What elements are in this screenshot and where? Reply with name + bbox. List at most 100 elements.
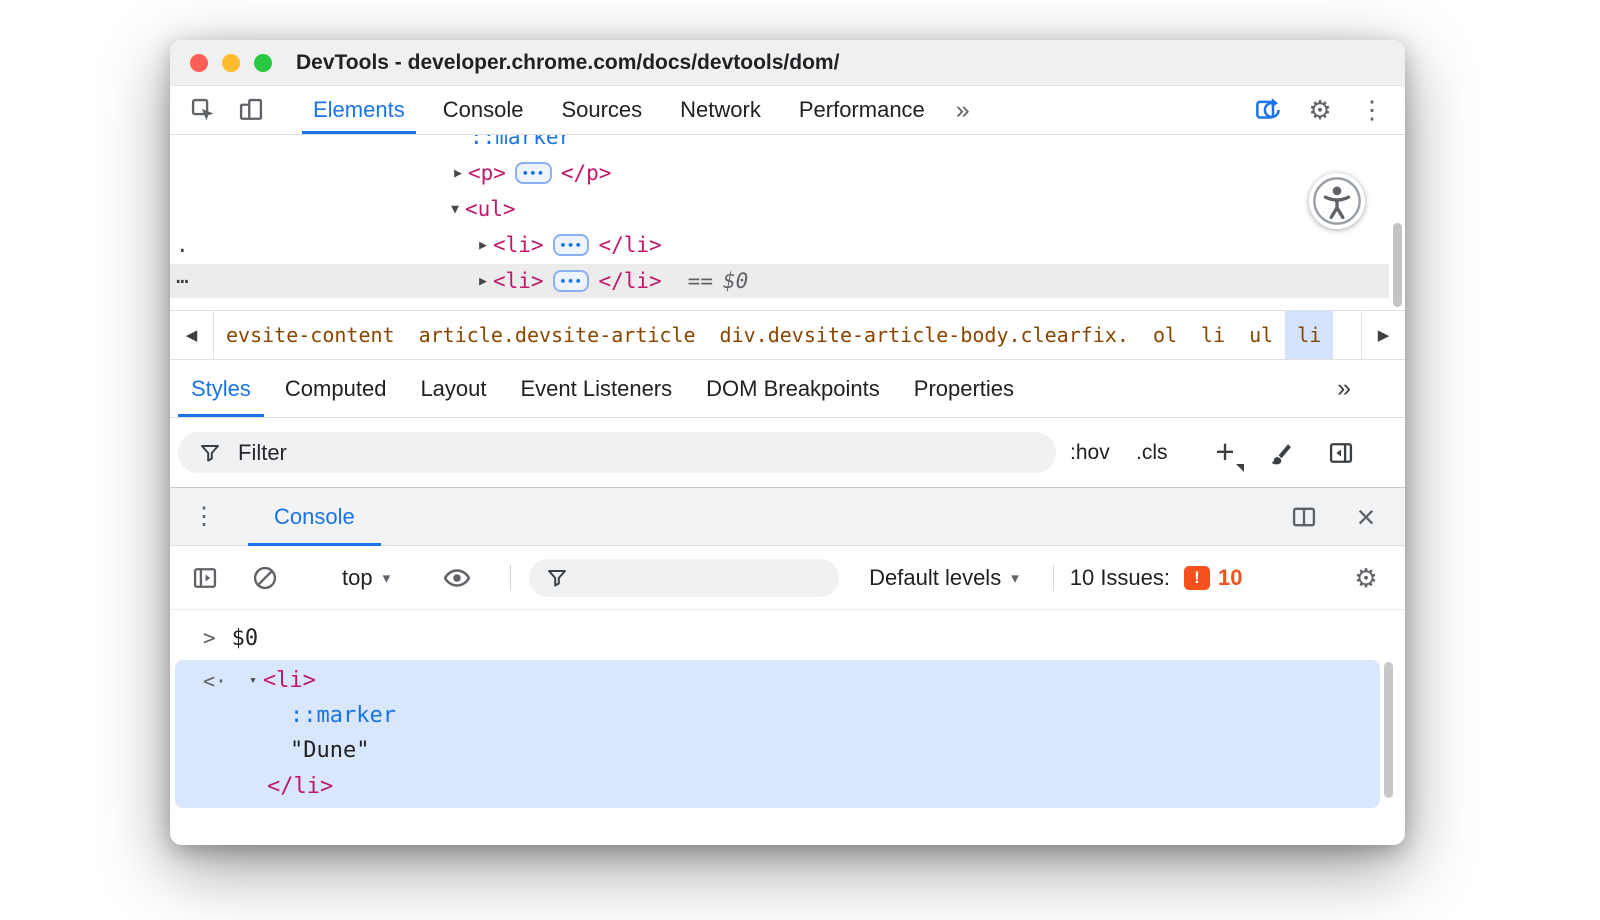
- breadcrumb-item[interactable]: ul: [1237, 311, 1285, 359]
- main-menu-button[interactable]: ⋮: [1355, 93, 1389, 127]
- p-open-tag: <p>: [468, 161, 506, 185]
- collapsed-arrow-icon[interactable]: ▶: [473, 274, 493, 289]
- breadcrumb-label: article.devsite-article: [419, 323, 696, 347]
- tree-row-li-selected[interactable]: ⋯ ▶ <li> ••• </li> == $0: [170, 264, 1389, 298]
- ul-open-tag: <ul>: [465, 197, 516, 221]
- console-sidebar-button[interactable]: [188, 561, 222, 595]
- tab-sources-label: Sources: [561, 97, 642, 123]
- console-scrollbar-thumb[interactable]: [1384, 662, 1393, 798]
- device-toolbar-icon: [237, 96, 265, 124]
- titlebar[interactable]: DevTools - developer.chrome.com/docs/dev…: [170, 40, 1405, 86]
- inspect-cursor-icon: [189, 96, 217, 124]
- tab-dom-breakpoints-label: DOM Breakpoints: [706, 376, 880, 402]
- expanded-arrow-icon[interactable]: ▾: [249, 673, 257, 688]
- issues-label: 10 Issues:: [1070, 565, 1170, 591]
- device-toolbar-button[interactable]: [234, 93, 268, 127]
- tab-styles-label: Styles: [191, 376, 251, 402]
- element-classes-button[interactable]: .cls: [1136, 418, 1168, 487]
- close-window-button[interactable]: [190, 54, 208, 72]
- tab-dom-breakpoints[interactable]: DOM Breakpoints: [689, 360, 897, 417]
- console-settings-button[interactable]: ⚙: [1349, 561, 1383, 595]
- zoom-window-button[interactable]: [254, 54, 272, 72]
- devtools-window: DevTools - developer.chrome.com/docs/dev…: [170, 40, 1405, 845]
- collapsed-arrow-icon[interactable]: ▶: [473, 238, 493, 253]
- breadcrumb-label: evsite-content: [226, 323, 395, 347]
- breadcrumb-back-button[interactable]: ◀: [170, 311, 214, 359]
- breadcrumb-item[interactable]: div.devsite-article-body.clearfix.: [708, 311, 1141, 359]
- tab-computed[interactable]: Computed: [268, 360, 404, 417]
- chevron-down-icon: ▾: [1011, 569, 1019, 587]
- gear-icon: ⚙: [1308, 97, 1331, 123]
- tab-layout[interactable]: Layout: [403, 360, 503, 417]
- settings-button[interactable]: ⚙: [1303, 93, 1337, 127]
- equals-hint: ==: [688, 269, 713, 293]
- console-result-highlighted[interactable]: <· ▾ <li> ::marker "Dune" </li>: [175, 660, 1380, 808]
- log-levels-dropdown[interactable]: Default levels ▾: [869, 565, 1019, 591]
- rendering-emulation-button[interactable]: [1264, 436, 1298, 470]
- breadcrumb-item[interactable]: article.devsite-article: [407, 311, 708, 359]
- chevron-left-icon: ◀: [186, 326, 198, 344]
- expand-inline-icon[interactable]: •••: [515, 162, 552, 184]
- result-text-node-line: "Dune": [290, 738, 369, 763]
- breadcrumb-label: div.devsite-article-body.clearfix.: [720, 323, 1129, 347]
- tab-properties[interactable]: Properties: [897, 360, 1031, 417]
- drawer-menu-button[interactable]: ⋮: [192, 502, 216, 531]
- reload-devtools-button[interactable]: [1251, 93, 1285, 127]
- breadcrumb-item-selected[interactable]: li: [1285, 311, 1333, 359]
- console-toolbar: top ▾ Default levels ▾ 10 Iss: [170, 546, 1405, 610]
- clear-console-button[interactable]: [248, 561, 282, 595]
- minimize-window-button[interactable]: [222, 54, 240, 72]
- console-filter-input[interactable]: [529, 559, 839, 597]
- tree-row-p[interactable]: ▶ <p> ••• </p>: [170, 156, 1389, 190]
- expand-inline-icon[interactable]: •••: [553, 270, 590, 292]
- paintbrush-icon: [1267, 439, 1295, 467]
- tree-row-li-1[interactable]: . ▶ <li> ••• </li>: [170, 228, 1389, 262]
- toggle-element-state-button[interactable]: :hov: [1070, 418, 1110, 487]
- more-tabs-icon[interactable]: »: [1337, 374, 1351, 403]
- execution-context-dropdown[interactable]: top ▾: [342, 565, 390, 591]
- expanded-arrow-icon[interactable]: ▼: [445, 202, 465, 217]
- tab-performance-label: Performance: [799, 97, 925, 123]
- new-rule-dropdown-corner-icon: [1236, 464, 1244, 472]
- chevron-right-icon: ▶: [1378, 326, 1390, 344]
- tab-computed-label: Computed: [285, 376, 387, 402]
- inspect-element-button[interactable]: [186, 93, 220, 127]
- console-drawer-header: ⋮ Console ×: [170, 487, 1405, 546]
- tree-row-ul[interactable]: ▼ <ul>: [170, 192, 1389, 226]
- breadcrumb-item[interactable]: li: [1189, 311, 1237, 359]
- issues-button[interactable]: 10 Issues: ! 10: [1070, 565, 1243, 591]
- tab-sources[interactable]: Sources: [542, 86, 661, 134]
- tab-event-listeners[interactable]: Event Listeners: [504, 360, 690, 417]
- more-tabs-icon[interactable]: »: [956, 96, 970, 125]
- tab-network-label: Network: [680, 97, 761, 123]
- panel-left-arrow-icon: [1327, 439, 1355, 467]
- tree-row-marker[interactable]: ::marker: [170, 135, 1389, 154]
- breadcrumb-forward-button[interactable]: ▶: [1361, 311, 1405, 359]
- li-close-tag: </li>: [598, 269, 661, 293]
- tab-console[interactable]: Console: [424, 86, 543, 134]
- filter-funnel-icon: [545, 566, 569, 590]
- toggle-sidebar-button[interactable]: [1324, 436, 1358, 470]
- live-expression-button[interactable]: [440, 561, 474, 595]
- panel-tabs: Elements Console Sources Network Perform…: [294, 86, 970, 134]
- gutter-ellipsis: ⋯: [176, 269, 189, 293]
- tab-network[interactable]: Network: [661, 86, 780, 134]
- collapsed-arrow-icon[interactable]: ▶: [448, 166, 468, 181]
- expand-inline-icon[interactable]: •••: [553, 234, 590, 256]
- breadcrumb-label: li: [1297, 323, 1321, 347]
- drawer-tab-console[interactable]: Console: [248, 488, 381, 545]
- close-drawer-button[interactable]: ×: [1349, 500, 1383, 534]
- console-sidebar-icon: [191, 564, 219, 592]
- tab-elements[interactable]: Elements: [294, 86, 424, 134]
- tab-styles[interactable]: Styles: [174, 360, 268, 417]
- elements-scrollbar-thumb[interactable]: [1393, 223, 1402, 307]
- breadcrumb-item[interactable]: evsite-content: [214, 311, 407, 359]
- breadcrumb-item[interactable]: ol: [1141, 311, 1189, 359]
- filter-funnel-icon: [198, 441, 222, 465]
- result-pseudo-line: ::marker: [290, 703, 396, 728]
- eye-icon: [442, 563, 472, 593]
- accessibility-overlay-button[interactable]: [1309, 173, 1365, 229]
- styles-filter-input[interactable]: Filter: [178, 432, 1056, 473]
- split-panel-button[interactable]: [1287, 500, 1321, 534]
- tab-performance[interactable]: Performance: [780, 86, 944, 134]
